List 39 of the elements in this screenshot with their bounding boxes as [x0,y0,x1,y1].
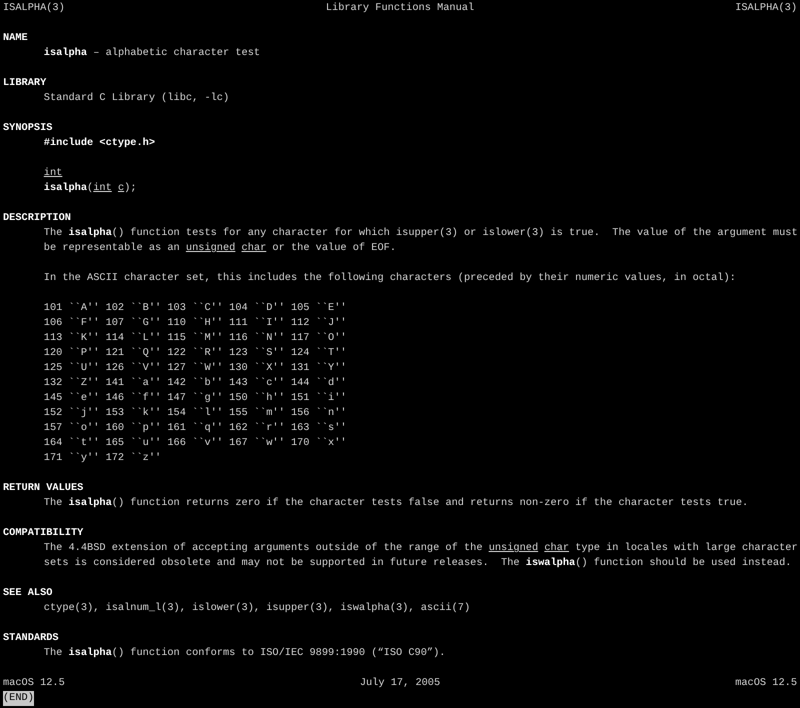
man-text-line: isalpha(int c); [44,181,138,196]
man-text-line: 113 ``K'' 114 ``L'' 115 ``M'' 116 ``N'' 117 ``O'' [44,331,348,346]
man-text-line: 132 ``Z'' 141 ``a'' 142 ``b'' 143 ``c'' 144 ``d'' [44,376,348,391]
section-heading: NAME [3,31,29,46]
os-version: macOS 12.5 [3,676,65,691]
man-text-line: 120 ``P'' 121 ``Q'' 122 ``R'' 123 ``S'' 124 ``T'' [44,346,348,361]
man-text-line: 101 ``A'' 102 ``B'' 103 ``C'' 104 ``D'' 105 ``E'' [44,301,348,316]
man-text-line: ctype(3), isalnum_l(3), islower(3), isupper(3), iswalpha(3), ascii(7) [44,601,472,616]
man-text-line: 157 ``o'' 160 ``p'' 161 ``q'' 162 ``r'' 163 ``s'' [44,421,348,436]
section-heading: COMPATIBILITY [3,526,84,541]
man-text-line: int [44,166,64,181]
man-text-line: sets is considered obsolete and may not be supported in future releases. The iswalpha() function should be used instead. [44,556,792,571]
man-text-line: be representable as an unsigned char or the value of EOF. [44,241,398,256]
man-text-line: The isalpha() function conforms to ISO/IEC 9899:1990 (“ISO C90”). [44,646,446,661]
page-date: July 17, 2005 [360,676,440,691]
manual-name: Library Functions Manual [326,1,474,16]
page-title: ISALPHA(3) [735,1,797,16]
section-heading: STANDARDS [3,631,60,646]
man-text-line: 171 ``y'' 172 ``z'' [44,451,162,466]
man-text-line: The isalpha() function tests for any character for which isupper(3) or islower(3) is true. The value of the argument must [44,226,797,241]
section-heading: LIBRARY [3,76,48,91]
man-text-line: The isalpha() function returns zero if the character tests false and returns non-zero if the character tests true. [44,496,750,511]
man-text-line: 164 ``t'' 165 ``u'' 166 ``v'' 167 ``w'' 170 ``x'' [44,436,348,451]
os-version: macOS 12.5 [735,676,797,691]
man-text-line: 152 ``j'' 153 ``k'' 154 ``l'' 155 ``m'' 156 ``n'' [44,406,348,421]
section-heading: SYNOPSIS [3,121,54,136]
man-text-line: Standard C Library (libc, -lc) [44,91,230,106]
man-text-line: isalpha – alphabetic character test [44,46,262,61]
page-title: ISALPHA(3) [3,1,65,16]
man-text-line: #include <ctype.h> [44,136,156,151]
man-text-line: 125 ``U'' 126 ``V'' 127 ``W'' 130 ``X'' 131 ``Y'' [44,361,348,376]
man-text-line: In the ASCII character set, this includes the following characters (preceded by their numeric values, in octal): [44,271,737,286]
man-text-line: The 4.4BSD extension of accepting arguments outside of the range of the unsigned char type in locales with large character [44,541,797,556]
man-text-line: 106 ``F'' 107 ``G'' 110 ``H'' 111 ``I'' 112 ``J'' [44,316,348,331]
section-heading: RETURN VALUES [3,481,84,496]
pager-status: (END) [3,691,34,706]
man-text-line: 145 ``e'' 146 ``f'' 147 ``g'' 150 ``h'' 151 ``i'' [44,391,348,406]
section-heading: SEE ALSO [3,586,54,601]
section-heading: DESCRIPTION [3,211,72,226]
